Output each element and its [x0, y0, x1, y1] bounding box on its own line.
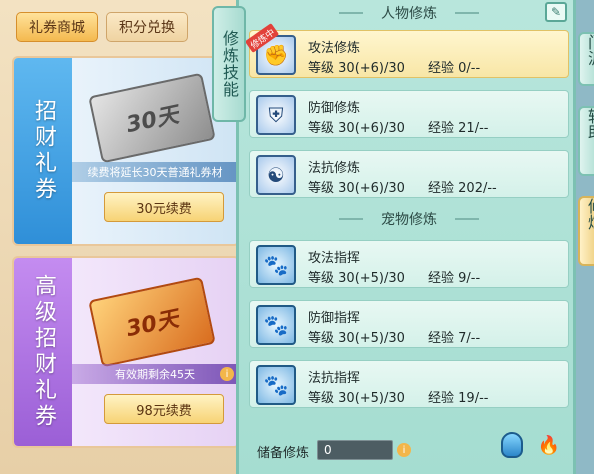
- ticket-text: 30天: [124, 102, 181, 139]
- gold-ticket-icon: 30天: [88, 276, 216, 368]
- cultivation-panel: 人物修炼 ✎ ✊ 修炼中 攻法修炼 等级 30(+6)/30 经验 0/-- ⛨…: [236, 0, 576, 474]
- exp-value: 21/--: [458, 121, 489, 136]
- shop-panel: 礼券商城 积分兑换 招财礼券 30天 续费将延长30天普通礼券材 30元续费 高…: [0, 0, 240, 474]
- reserve-label: 储备修炼: [257, 446, 310, 461]
- side-tab-label: 辅助: [585, 108, 594, 140]
- side-tab-cultivate[interactable]: 修炼: [578, 196, 594, 266]
- skill-exp: 经验 202/--: [428, 177, 497, 196]
- voucher-card-basic: 招财礼券 30天 续费将延长30天普通礼券材 30元续费: [12, 56, 240, 246]
- skill-row[interactable]: 🐾 防御指挥 等级 30(+5)/30 经验 7/--: [249, 300, 569, 348]
- vtab-label: 修炼技能: [220, 30, 239, 98]
- skill-exp: 经验 0/--: [428, 57, 480, 76]
- info-icon[interactable]: i: [397, 443, 411, 457]
- shield-icon: ⛨: [256, 95, 296, 135]
- skill-name: 防御指挥: [308, 311, 361, 326]
- ticket-text: 30天: [124, 306, 181, 343]
- card-note: 有效期剩余45天: [72, 364, 238, 384]
- exp-value: 202/--: [458, 181, 497, 196]
- exp-label: 经验: [428, 391, 455, 406]
- card-note: 续费将延长30天普通礼券材: [72, 162, 238, 182]
- skill-exp: 经验 7/--: [428, 327, 480, 346]
- side-tab-label: 门派: [585, 34, 594, 66]
- skill-level: 等级 30(+5)/30: [308, 327, 405, 346]
- potion-icon[interactable]: [501, 432, 523, 458]
- level-label: 等级: [308, 391, 335, 406]
- tab-points-exchange[interactable]: 积分兑换: [106, 12, 188, 42]
- exp-label: 经验: [428, 271, 455, 286]
- level-value: 30(+6)/30: [338, 121, 405, 136]
- level-value: 30(+5)/30: [338, 271, 405, 286]
- exp-label: 经验: [428, 121, 455, 136]
- skill-name: 攻法修炼: [308, 41, 361, 56]
- side-tab-label: 修炼: [585, 198, 594, 230]
- card-note-text: 有效期剩余45天: [115, 368, 195, 381]
- reserve-value-field: 0: [317, 440, 393, 460]
- skill-name: 法抗指挥: [308, 371, 361, 386]
- level-label: 等级: [308, 181, 335, 196]
- skill-exp: 经验 19/--: [428, 387, 488, 406]
- paw-attack-icon: 🐾: [256, 245, 296, 285]
- level-label: 等级: [308, 271, 335, 286]
- level-value: 30(+6)/30: [338, 181, 405, 196]
- skill-row[interactable]: 🐾 攻法指挥 等级 30(+5)/30 经验 9/--: [249, 240, 569, 288]
- exp-label: 经验: [428, 61, 455, 76]
- section-title-character: 人物修炼: [339, 2, 479, 24]
- edit-icon: ✎: [550, 5, 562, 19]
- voucher-card-premium: 高级招财礼券 30天 有效期剩余45天 i 98元续费: [12, 256, 240, 448]
- skill-exp: 经验 9/--: [428, 267, 480, 286]
- level-label: 等级: [308, 121, 335, 136]
- level-label: 等级: [308, 331, 335, 346]
- section-title-pet: 宠物修炼: [339, 208, 479, 230]
- skill-name: 法抗修炼: [308, 161, 361, 176]
- exp-label: 经验: [428, 181, 455, 196]
- exp-value: 9/--: [458, 271, 481, 286]
- skill-name: 防御修炼: [308, 101, 361, 116]
- tab-gift-voucher-mall[interactable]: 礼券商城: [16, 12, 98, 42]
- paw-defense-icon: 🐾: [256, 305, 296, 345]
- card-title: 招财礼券: [31, 99, 56, 203]
- exp-value: 0/--: [458, 61, 481, 76]
- skill-exp: 经验 21/--: [428, 117, 488, 136]
- yin-yang-icon: ☯: [256, 155, 296, 195]
- skill-level: 等级 30(+6)/30: [308, 177, 405, 196]
- skill-row[interactable]: 🐾 法抗指挥 等级 30(+5)/30 经验 19/--: [249, 360, 569, 408]
- exp-value: 19/--: [458, 391, 489, 406]
- skill-level: 等级 30(+6)/30: [308, 117, 405, 136]
- tab-cultivation-skills[interactable]: 修炼技能: [212, 6, 246, 122]
- silver-ticket-icon: 30天: [88, 72, 216, 164]
- flame-icon[interactable]: 🔥: [537, 432, 561, 458]
- side-tab-sect[interactable]: 门派: [578, 32, 594, 86]
- edit-button[interactable]: ✎: [545, 2, 567, 22]
- card-ribbon: 招财礼券: [14, 58, 72, 244]
- skill-level: 等级 30(+5)/30: [308, 267, 405, 286]
- skill-row[interactable]: ☯ 法抗修炼 等级 30(+6)/30 经验 202/--: [249, 150, 569, 198]
- level-value: 30(+6)/30: [338, 61, 405, 76]
- exp-value: 7/--: [458, 331, 481, 346]
- level-value: 30(+5)/30: [338, 331, 405, 346]
- renew-98-button[interactable]: 98元续费: [104, 394, 224, 424]
- level-label: 等级: [308, 61, 335, 76]
- card-ribbon: 高级招财礼券: [14, 258, 72, 446]
- skill-level: 等级 30(+5)/30: [308, 387, 405, 406]
- card-title: 高级招财礼券: [31, 274, 56, 430]
- skill-level: 等级 30(+6)/30: [308, 57, 405, 76]
- skill-name: 攻法指挥: [308, 251, 361, 266]
- level-value: 30(+5)/30: [338, 391, 405, 406]
- side-tab-assist[interactable]: 辅助: [578, 106, 594, 176]
- paw-resist-icon: 🐾: [256, 365, 296, 405]
- renew-30-button[interactable]: 30元续费: [104, 192, 224, 222]
- skill-row[interactable]: ✊ 修炼中 攻法修炼 等级 30(+6)/30 经验 0/--: [244, 23, 569, 78]
- skill-row[interactable]: ⛨ 防御修炼 等级 30(+6)/30 经验 21/--: [249, 90, 569, 138]
- exp-label: 经验: [428, 331, 455, 346]
- info-icon[interactable]: i: [220, 367, 234, 381]
